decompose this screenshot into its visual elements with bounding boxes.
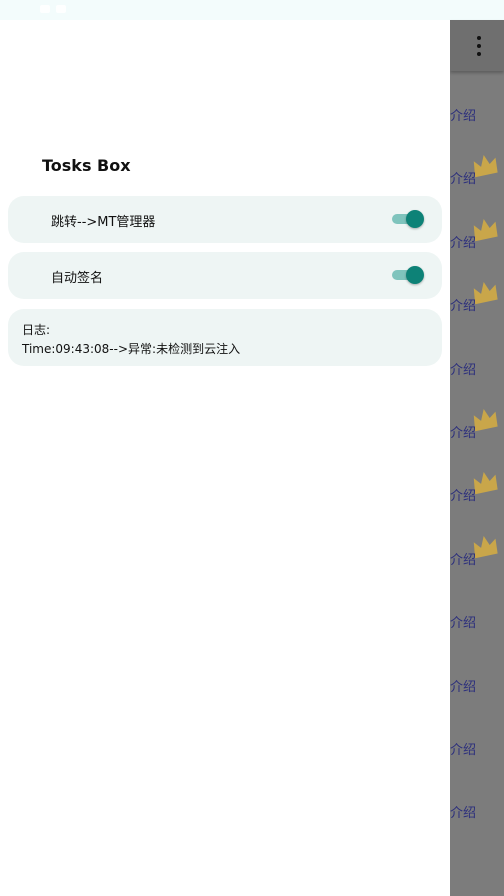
jump-mt-toggle[interactable] (392, 210, 424, 228)
log-card: 日志: Time:09:43:08-->异常:未检测到云注入 (8, 309, 442, 366)
background-item-label: 介绍 (450, 806, 477, 821)
background-list-item: 介绍 (450, 217, 504, 257)
background-list-item: 介绍 (450, 153, 504, 193)
background-list-item: 介绍 (450, 787, 504, 827)
background-item-label: 介绍 (450, 363, 477, 378)
background-list-item: 介绍 (450, 724, 504, 764)
background-item-label: 介绍 (450, 426, 477, 441)
background-list: 介绍 介绍 介绍 介绍 介绍 介绍 介绍 介绍 介绍 介绍 介绍 介绍 (450, 20, 504, 896)
background-item-label: 介绍 (450, 299, 477, 314)
background-list-item: 介绍 (450, 280, 504, 320)
status-icon (40, 5, 50, 13)
switch-label: 跳转-->MT管理器 (51, 215, 156, 230)
background-app: 介绍 介绍 介绍 介绍 介绍 介绍 介绍 介绍 介绍 介绍 介绍 介绍 (450, 20, 504, 896)
background-item-label: 介绍 (450, 109, 477, 124)
toggle-thumb[interactable] (406, 266, 424, 284)
status-bar (0, 0, 504, 20)
switch-card-auto-sign[interactable]: 自动签名 (8, 252, 442, 299)
background-list-item: 介绍 (450, 661, 504, 701)
background-item-label: 介绍 (450, 743, 477, 758)
switch-label: 自动签名 (51, 271, 104, 286)
background-item-label: 介绍 (450, 236, 477, 251)
background-item-label: 介绍 (450, 489, 477, 504)
background-item-label: 介绍 (450, 680, 477, 695)
navigation-drawer: Tosks Box 跳转-->MT管理器 自动签名 日志: Time:09:43… (0, 20, 450, 896)
toggle-thumb[interactable] (406, 210, 424, 228)
background-list-item: 介绍 (450, 534, 504, 574)
auto-sign-toggle[interactable] (392, 266, 424, 284)
status-icons (40, 5, 66, 13)
background-item-label: 介绍 (450, 616, 477, 631)
switch-card-jump-mt[interactable]: 跳转-->MT管理器 (8, 196, 442, 243)
background-item-label: 介绍 (450, 553, 477, 568)
log-line: Time:09:43:08-->异常:未检测到云注入 (22, 342, 241, 356)
log-label: 日志: (22, 323, 51, 337)
background-list-item: 介绍 (450, 90, 504, 130)
status-icon (56, 5, 66, 13)
background-list-item: 介绍 (450, 344, 504, 384)
background-list-item: 介绍 (450, 597, 504, 637)
drawer-title: Tosks Box (42, 156, 131, 175)
background-item-label: 介绍 (450, 172, 477, 187)
background-list-item: 介绍 (450, 470, 504, 510)
background-list-item: 介绍 (450, 407, 504, 447)
